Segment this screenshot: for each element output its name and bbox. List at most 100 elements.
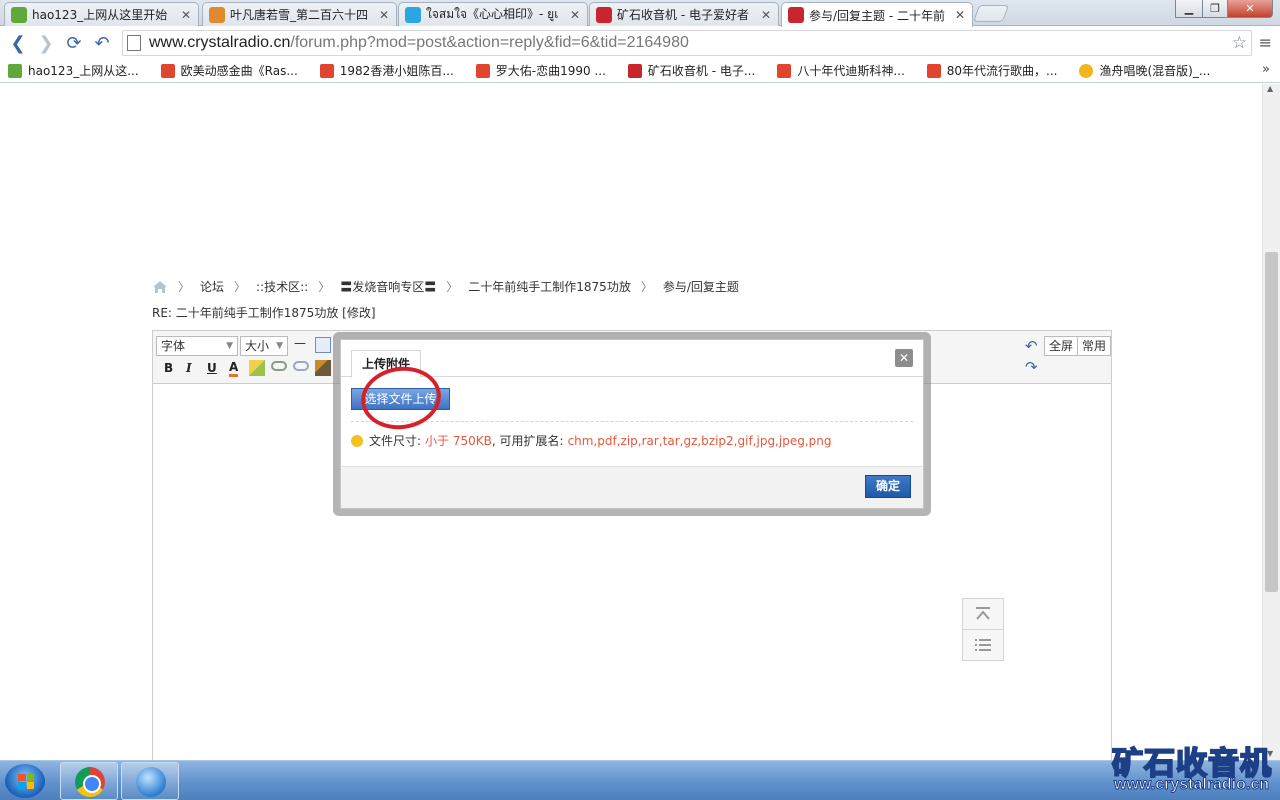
breadcrumb-separator: 〉 — [318, 280, 331, 294]
confirm-button[interactable]: 确定 — [865, 475, 911, 498]
bookmark-item[interactable]: 矿石收音机 - 电子... — [627, 62, 756, 79]
bookmark-item[interactable]: 1982香港小姐陈百... — [319, 62, 454, 79]
windows-logo-icon — [18, 774, 34, 789]
url-host: www.crystalradio.cn — [149, 34, 291, 51]
minimize-button[interactable]: ▁ — [1175, 0, 1203, 18]
bookmarks-more-button[interactable]: » — [1262, 62, 1270, 77]
video-icon — [777, 63, 792, 78]
watermark-url: www.crystalradio.cn — [1113, 776, 1270, 794]
home-icon[interactable] — [152, 280, 168, 294]
breadcrumb-separator: 〉 — [234, 280, 247, 294]
bold-button[interactable]: B — [164, 361, 173, 375]
unlink-icon[interactable] — [293, 361, 309, 371]
fullscreen-button[interactable]: 全屏 — [1044, 336, 1079, 356]
crystalradio-icon — [788, 7, 804, 23]
size-select-label: 大小 — [245, 339, 270, 353]
tab-strip: hao123_上网从这里开始 ✕ 叶凡唐若雪_第二百六十四 ✕ ใจสมใจ《心… — [0, 0, 1280, 27]
bookmark-item[interactable]: 渔舟唱晚(混音版)_... — [1079, 62, 1210, 79]
taskbar-chrome[interactable] — [60, 762, 118, 800]
tab-title: hao123_上网从这里开始 — [32, 8, 168, 22]
crystalradio-icon — [596, 6, 612, 23]
close-icon[interactable]: ✕ — [180, 8, 192, 22]
font-family-select[interactable]: 字体 ▼ — [156, 336, 238, 356]
tab-bilibili[interactable]: ใจสมใจ《心心相印》- ยูเ ✕ — [398, 2, 588, 26]
text-color-button[interactable]: A — [229, 361, 239, 377]
breadcrumb-tech-zone[interactable]: ::技术区:: — [256, 278, 308, 295]
music-icon — [1079, 63, 1094, 78]
upload-attachment-dialog: 上传附件 ✕ 选择文件上传 文件尺寸: 小于 750KB , 可用扩展名: ch… — [340, 339, 924, 509]
redo-icon[interactable]: ↷ — [1025, 360, 1041, 376]
undo-icon[interactable]: ↶ — [1025, 339, 1041, 355]
menu-icon[interactable]: ≡ — [1259, 33, 1272, 52]
list-view-button[interactable] — [962, 629, 1004, 661]
bookmark-item[interactable]: 欧美动感金曲《Ras... — [160, 62, 298, 79]
taskbar-browser[interactable] — [121, 762, 179, 800]
size-limit: 小于 750KB — [425, 434, 492, 448]
close-icon[interactable]: ✕ — [954, 8, 966, 22]
globe-icon — [136, 767, 166, 797]
underline-button[interactable]: U — [207, 361, 217, 375]
scroll-up-icon[interactable]: ▲ — [1267, 84, 1273, 93]
back-button[interactable]: ❮ — [4, 29, 32, 57]
table-icon[interactable] — [315, 337, 331, 353]
allowed-extensions: chm,pdf,zip,rar,tar,gz,bzip2,gif,jpg,jpe… — [567, 433, 832, 448]
dialog-close-button[interactable]: ✕ — [895, 349, 913, 367]
undo-icon[interactable]: ↶ — [88, 29, 116, 57]
tab-crystalradio[interactable]: 矿石收音机 - 电子爱好者 ✕ — [589, 2, 779, 26]
tv-icon — [405, 6, 421, 23]
tab-hao123[interactable]: hao123_上网从这里开始 ✕ — [4, 2, 199, 26]
breadcrumb-thread[interactable]: 二十年前纯手工制作1875功放 — [468, 278, 631, 295]
bookmark-star-icon[interactable]: ☆ — [1232, 33, 1247, 53]
tab-title: 矿石收音机 - 电子爱好者 — [617, 8, 749, 22]
common-mode-button[interactable]: 常用 — [1077, 336, 1111, 356]
page-icon — [127, 35, 141, 51]
address-bar[interactable]: www.crystalradio.cn/forum.php?mod=post&a… — [122, 30, 1252, 56]
breadcrumb-current: 参与/回复主题 — [662, 280, 739, 294]
bookmark-label: hao123_上网从这... — [28, 64, 139, 78]
chrome-icon — [75, 767, 105, 797]
new-tab-button[interactable] — [972, 5, 1010, 22]
bookmark-label: 1982香港小姐陈百... — [339, 64, 454, 78]
horizontal-rule-button[interactable]: — — [294, 336, 306, 350]
close-icon[interactable]: ✕ — [378, 8, 390, 22]
list-icon — [975, 639, 991, 651]
reload-icon[interactable]: ⟳ — [60, 29, 88, 57]
bookmark-item[interactable]: hao123_上网从这... — [8, 62, 139, 79]
close-icon[interactable]: ✕ — [569, 8, 581, 22]
bookmark-item[interactable]: 罗大佑-恋曲1990 ... — [475, 62, 606, 79]
tab-title: 叶凡唐若雪_第二百六十四 — [230, 8, 369, 22]
thread-title: RE: 二十年前纯手工制作1875功放 [修改] — [152, 306, 376, 320]
bookmarks-bar: hao123_上网从这... 欧美动感金曲《Ras... 1982香港小姐陈百.… — [0, 59, 1280, 83]
tab-reply-active[interactable]: 参与/回复主题 - 二十年前 ✕ — [781, 2, 973, 27]
bookmark-item[interactable]: 八十年代迪斯科神... — [777, 62, 905, 79]
scroll-thumb[interactable] — [1265, 252, 1278, 592]
upload-hint: 文件尺寸: 小于 750KB , 可用扩展名: chm,pdf,zip,rar,… — [351, 432, 831, 449]
browser-toolbar: ❮ ❯ ⟳ ↶ www.crystalradio.cn/forum.php?mo… — [0, 27, 1280, 59]
highlight-icon[interactable] — [249, 360, 265, 376]
window-close-button[interactable]: ✕ — [1227, 0, 1273, 18]
font-size-select[interactable]: 大小 ▼ — [240, 336, 288, 356]
video-icon — [319, 63, 334, 78]
clear-format-icon[interactable] — [315, 360, 331, 376]
italic-button[interactable]: I — [186, 361, 192, 375]
forward-button[interactable]: ❯ — [32, 29, 60, 57]
crystalradio-icon — [627, 63, 642, 78]
vertical-scrollbar[interactable]: ▲ ▼ — [1262, 84, 1280, 760]
lightbulb-icon — [351, 434, 363, 447]
bookmark-item[interactable]: 80年代流行歌曲，... — [926, 62, 1057, 79]
bookmark-label: 矿石收音机 - 电子... — [647, 64, 756, 78]
divider — [351, 421, 913, 422]
maximize-button[interactable]: ❐ — [1202, 0, 1228, 18]
breadcrumb-forum[interactable]: 论坛 — [200, 278, 224, 295]
url-text[interactable]: www.crystalradio.cn/forum.php?mod=post&a… — [149, 34, 689, 52]
breadcrumb-audio-zone[interactable]: 〓发烧音响专区〓 — [340, 278, 436, 295]
close-icon[interactable]: ✕ — [760, 8, 772, 22]
back-to-top-button[interactable] — [962, 598, 1004, 630]
tab-novel[interactable]: 叶凡唐若雪_第二百六十四 ✕ — [202, 2, 397, 26]
dialog-tabs: 上传附件 ✕ — [341, 340, 923, 378]
breadcrumb-separator: 〉 — [178, 280, 191, 294]
side-tools — [962, 598, 1004, 661]
link-icon[interactable] — [271, 361, 287, 371]
start-button[interactable] — [5, 764, 45, 798]
chevron-down-icon: ▼ — [226, 341, 233, 351]
